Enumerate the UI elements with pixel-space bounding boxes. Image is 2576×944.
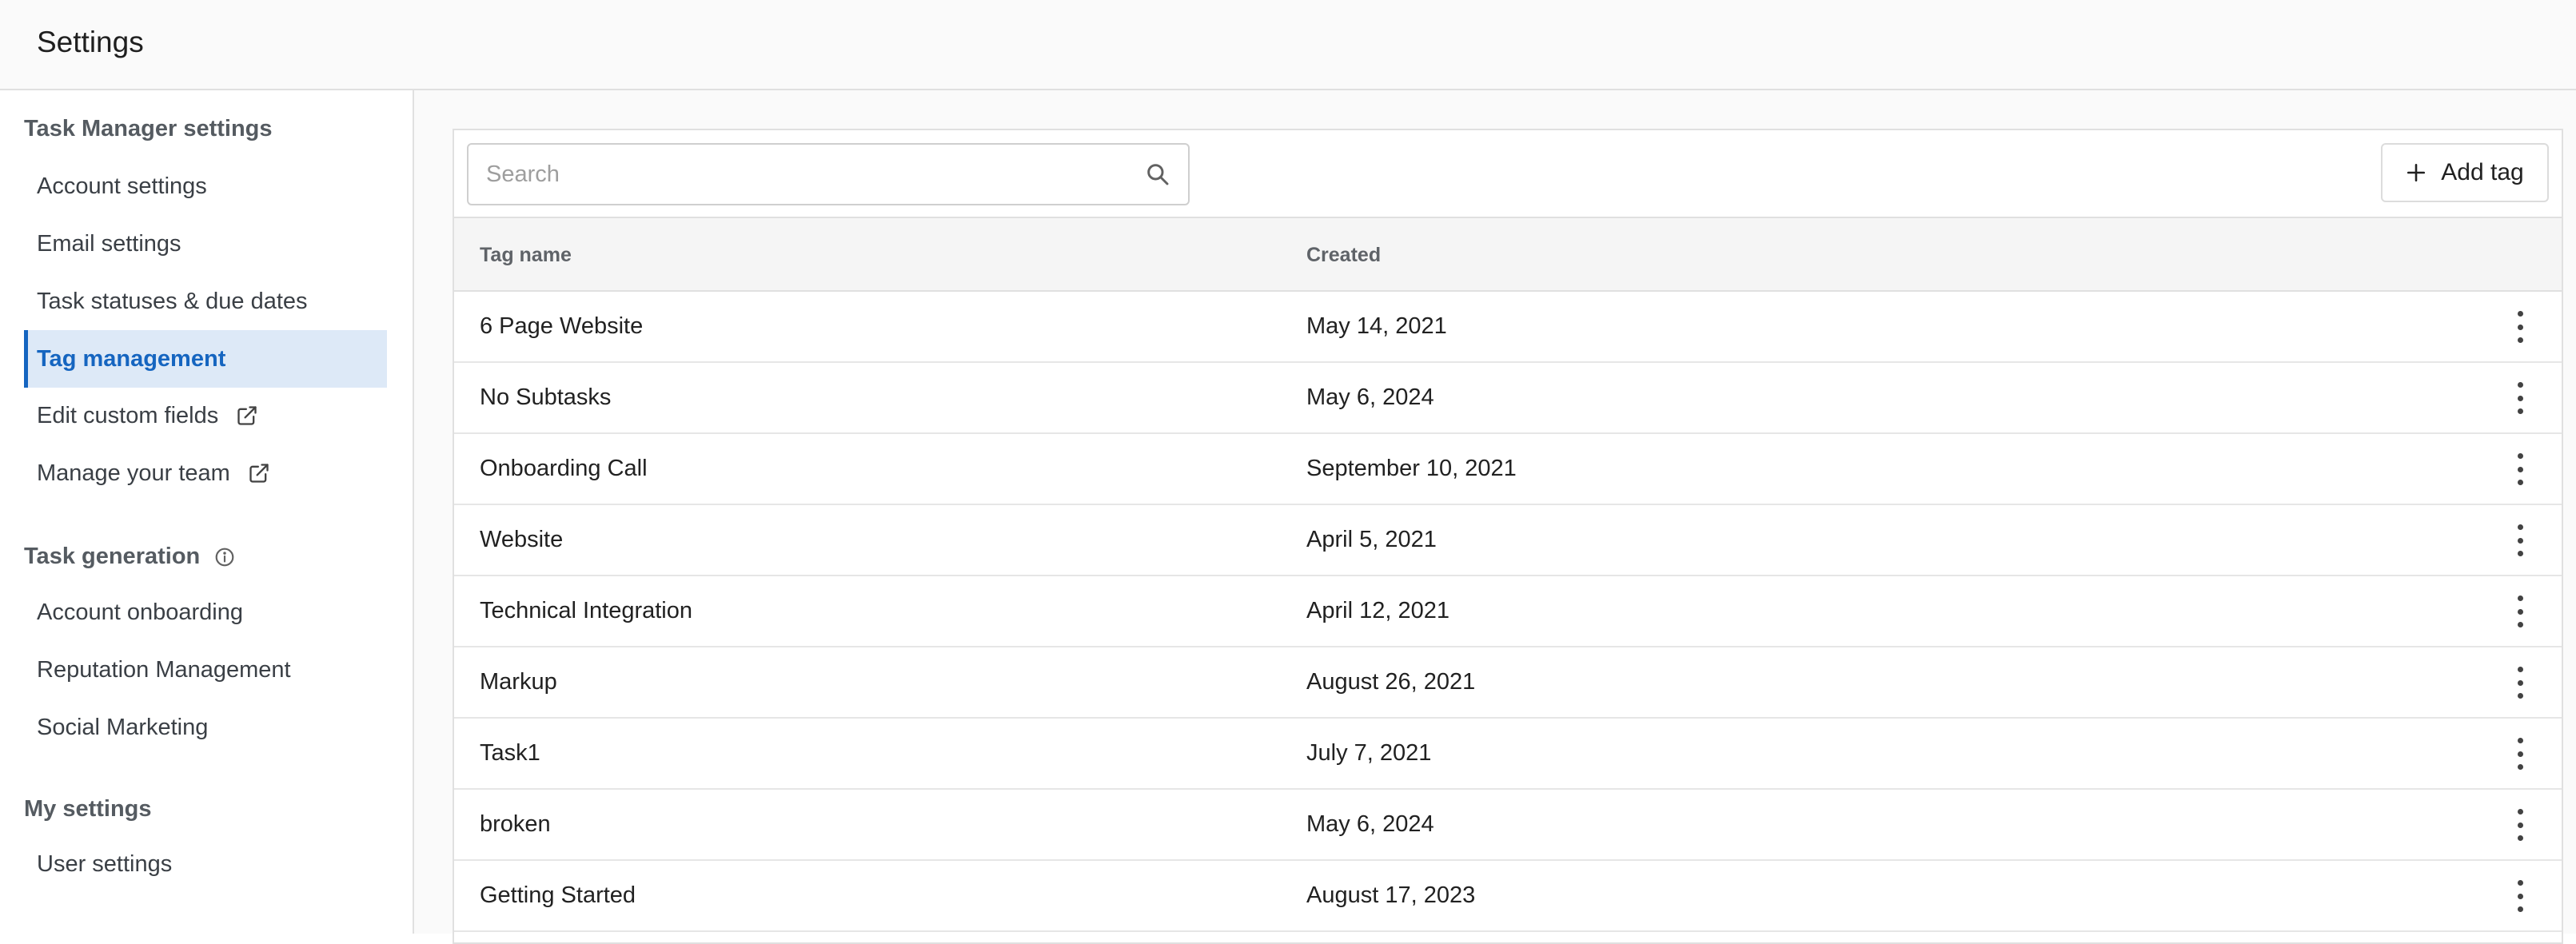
- tag-name-cell: No Subtasks: [480, 384, 612, 410]
- search-box[interactable]: [467, 143, 1190, 205]
- sidebar-item-label: Reputation Management: [37, 656, 291, 683]
- sidebar-item-label: Tag management: [37, 345, 226, 372]
- sidebar-item-label: Manage your team: [37, 460, 230, 486]
- external-link-icon: [249, 464, 269, 483]
- more-vertical-icon[interactable]: [2510, 524, 2530, 556]
- sidebar-item-label: Task statuses & due dates: [37, 288, 308, 314]
- more-vertical-icon[interactable]: [2510, 311, 2530, 343]
- created-date-cell: May 6, 2024: [1306, 811, 1434, 837]
- column-header-created[interactable]: Created: [1306, 218, 1381, 292]
- tag-name-cell: Markup: [480, 669, 557, 695]
- main-content: Add tag Tag name Created 6 Page Website …: [414, 90, 2576, 944]
- created-date-cell: May 14, 2021: [1306, 313, 1447, 339]
- more-vertical-icon[interactable]: [2510, 880, 2530, 912]
- table-row[interactable]: Technical Integration April 12, 2021: [454, 576, 2562, 647]
- sidebar-item-label: Edit custom fields: [37, 402, 219, 428]
- external-link-icon: [237, 406, 257, 425]
- sidebar-item-social-marketing[interactable]: Social Marketing: [24, 699, 387, 756]
- table-row[interactable]: Markup August 26, 2021: [454, 647, 2562, 719]
- sidebar-item-label: Account settings: [37, 173, 207, 199]
- more-vertical-icon[interactable]: [2510, 809, 2530, 841]
- more-vertical-icon[interactable]: [2510, 667, 2530, 699]
- sidebar-item-email-settings[interactable]: Email settings: [24, 215, 387, 273]
- created-date-cell: April 5, 2021: [1306, 527, 1437, 552]
- page-title: Settings: [37, 26, 144, 58]
- table-row[interactable]: Website April 5, 2021: [454, 505, 2562, 576]
- sidebar-item-label: Account onboarding: [37, 599, 243, 625]
- more-vertical-icon[interactable]: [2510, 738, 2530, 770]
- sidebar-item-account-settings[interactable]: Account settings: [24, 157, 387, 215]
- created-date-cell: August 26, 2021: [1306, 669, 1476, 695]
- tag-name-cell: Task1: [480, 740, 540, 766]
- sidebar-item-label: User settings: [37, 850, 173, 877]
- tag-name-cell: Website: [480, 527, 564, 552]
- table-body: 6 Page Website May 14, 2021 No Subtasks …: [454, 292, 2562, 932]
- table-row[interactable]: 6 Page Website May 14, 2021: [454, 292, 2562, 363]
- sidebar: Task Manager settings Account settings E…: [0, 90, 414, 934]
- column-header-tag-name[interactable]: Tag name: [480, 218, 572, 292]
- sidebar-item-account-onboarding[interactable]: Account onboarding: [24, 584, 387, 641]
- add-tag-label: Add tag: [2441, 159, 2524, 185]
- more-vertical-icon[interactable]: [2510, 382, 2530, 414]
- created-date-cell: May 6, 2024: [1306, 384, 1434, 410]
- table-header: Tag name Created: [454, 217, 2562, 292]
- plus-icon: [2407, 163, 2426, 182]
- sidebar-item-label: Email settings: [37, 230, 181, 257]
- tag-name-cell: 6 Page Website: [480, 313, 644, 339]
- table-row[interactable]: broken May 6, 2024: [454, 790, 2562, 861]
- created-date-cell: July 7, 2021: [1306, 740, 1432, 766]
- search-icon: [1147, 164, 1169, 185]
- table-row[interactable]: Getting Started August 17, 2023: [454, 861, 2562, 932]
- sidebar-item-tag-management[interactable]: Tag management: [24, 330, 387, 388]
- more-vertical-icon[interactable]: [2510, 595, 2530, 627]
- add-tag-button[interactable]: Add tag: [2381, 143, 2549, 202]
- sidebar-item-user-settings[interactable]: User settings: [24, 835, 387, 893]
- table-row[interactable]: No Subtasks May 6, 2024: [454, 363, 2562, 434]
- sidebar-heading-task-manager: Task Manager settings: [24, 116, 273, 141]
- tag-panel: Add tag Tag name Created 6 Page Website …: [453, 129, 2563, 944]
- sidebar-heading-task-generation: Task generation: [24, 544, 235, 570]
- created-date-cell: August 17, 2023: [1306, 882, 1476, 908]
- tag-name-cell: Technical Integration: [480, 598, 692, 623]
- tag-name-cell: Onboarding Call: [480, 456, 648, 481]
- sidebar-item-reputation-management[interactable]: Reputation Management: [24, 641, 387, 699]
- info-icon[interactable]: [214, 547, 235, 568]
- sidebar-item-edit-custom-fields[interactable]: Edit custom fields: [24, 387, 387, 444]
- sidebar-heading-my-settings: My settings: [24, 796, 152, 822]
- top-bar: Settings: [0, 0, 2576, 90]
- created-date-cell: April 12, 2021: [1306, 598, 1449, 623]
- sidebar-item-label: Social Marketing: [37, 714, 209, 740]
- sidebar-item-manage-team[interactable]: Manage your team: [24, 444, 387, 502]
- created-date-cell: September 10, 2021: [1306, 456, 1517, 481]
- tag-name-cell: Getting Started: [480, 882, 636, 908]
- table-row[interactable]: Onboarding Call September 10, 2021: [454, 434, 2562, 505]
- search-input[interactable]: [486, 161, 1145, 188]
- tag-name-cell: broken: [480, 811, 551, 837]
- more-vertical-icon[interactable]: [2510, 453, 2530, 485]
- table-row[interactable]: Task1 July 7, 2021: [454, 719, 2562, 790]
- sidebar-item-task-statuses[interactable]: Task statuses & due dates: [24, 273, 387, 330]
